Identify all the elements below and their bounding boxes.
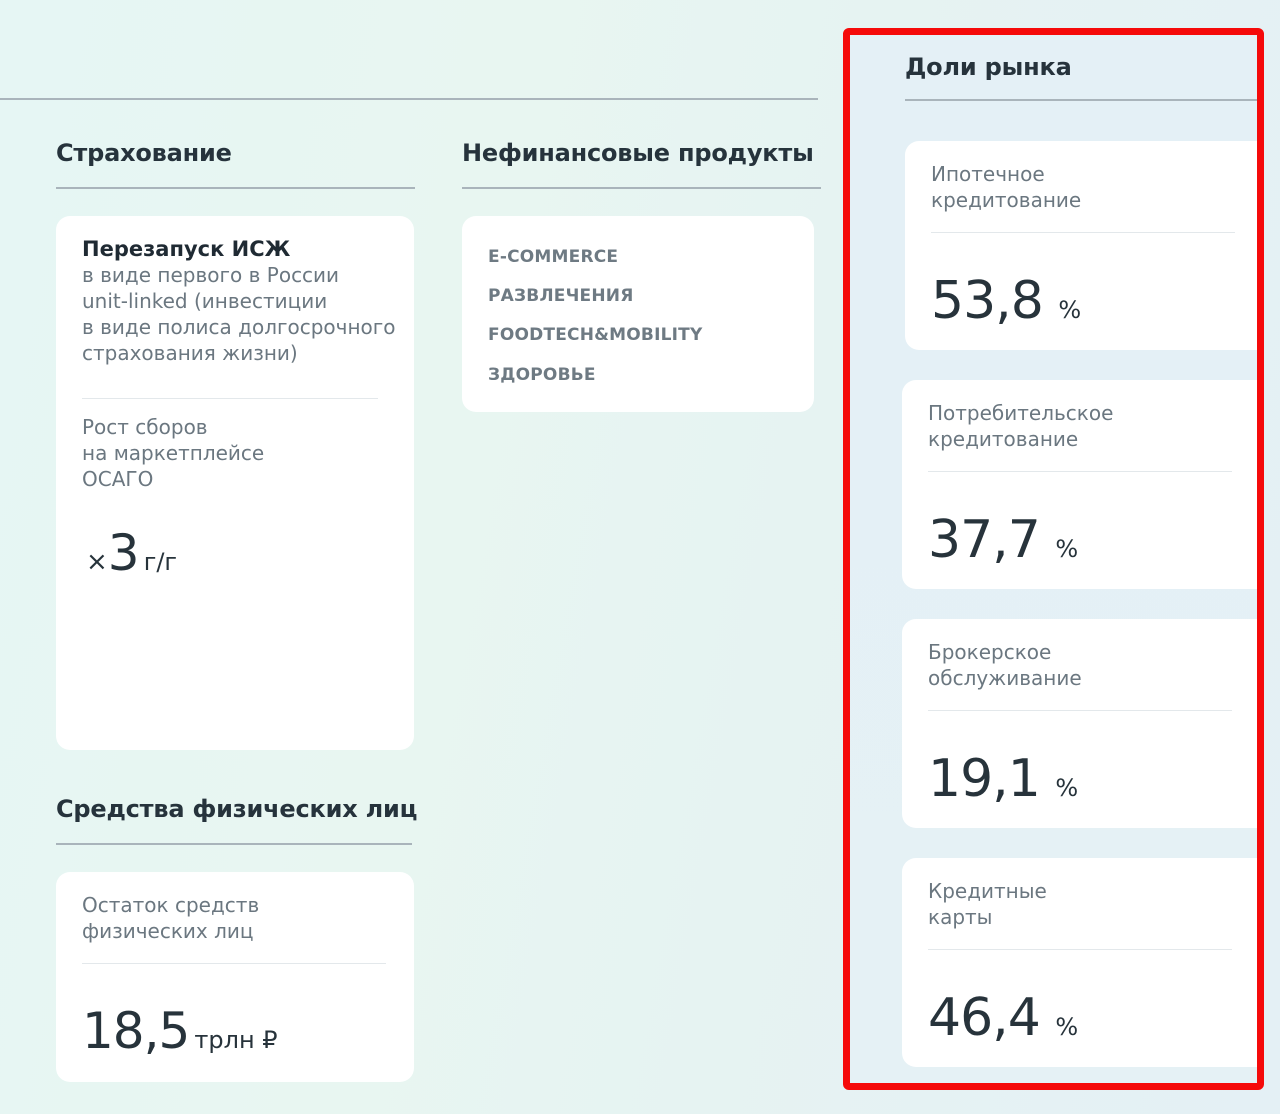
- market-share-card-divider: [931, 232, 1235, 233]
- nonfinancial-section-title: Нефинансовые продукты: [462, 139, 814, 167]
- insurance-section-title: Страхование: [56, 139, 232, 167]
- insurance-card-divider: [82, 398, 378, 399]
- market-share-card-brokerage: Брокерское обслуживание 19,1 %: [902, 619, 1257, 828]
- market-share-number: 19,1: [928, 749, 1041, 809]
- percent-unit: %: [1055, 535, 1078, 563]
- nonfinancial-item-health[interactable]: ЗДОРОВЬЕ: [488, 365, 596, 385]
- insurance-card: Перезапуск ИСЖ в виде первого в России u…: [56, 216, 414, 750]
- market-share-divider: [905, 99, 1257, 101]
- insurance-metric-value: ×3 г/г: [86, 528, 177, 578]
- market-share-label-line: Ипотечное: [931, 162, 1045, 186]
- individuals-number: 18,5: [82, 1002, 190, 1060]
- market-share-value: 19,1 %: [928, 753, 1078, 805]
- percent-unit: %: [1055, 774, 1078, 802]
- percent-unit: %: [1055, 1013, 1078, 1041]
- market-share-label-line: кредитование: [931, 188, 1082, 212]
- top-divider: [0, 98, 818, 100]
- market-share-number: 46,4: [928, 988, 1041, 1048]
- market-share-title: Доли рынка: [905, 53, 1072, 81]
- market-share-label-line: карты: [928, 905, 993, 929]
- market-share-label: Потребительское кредитование: [928, 400, 1113, 452]
- market-share-value: 37,7 %: [928, 514, 1078, 566]
- market-share-card-consumer: Потребительское кредитование 37,7 %: [902, 380, 1257, 589]
- percent-unit: %: [1058, 296, 1081, 324]
- insurance-desc-line: unit-linked (инвестиции: [82, 289, 328, 313]
- individuals-value: 18,5 трлн ₽: [82, 1006, 278, 1056]
- nonfinancial-section-divider: [462, 187, 821, 189]
- individuals-card-divider: [82, 963, 386, 964]
- nonfinancial-card: E-COMMERCE РАЗВЛЕЧЕНИЯ FOODTECH&MOBILITY…: [462, 216, 814, 412]
- insurance-metric-label-line: ОСАГО: [82, 467, 154, 491]
- market-share-label-line: Кредитные: [928, 879, 1047, 903]
- market-share-value: 53,8 %: [931, 275, 1081, 327]
- nonfinancial-item-ecommerce[interactable]: E-COMMERCE: [488, 247, 618, 267]
- individuals-section-divider: [56, 843, 412, 845]
- individuals-label: Остаток средств физических лиц: [82, 892, 259, 944]
- multiply-sign: ×: [86, 547, 108, 577]
- insurance-desc-line: в виде полиса долгосрочного: [82, 315, 396, 339]
- individuals-section-title: Средства физических лиц: [56, 795, 418, 823]
- market-share-label-line: обслуживание: [928, 666, 1082, 690]
- market-share-label-line: Потребительское: [928, 401, 1114, 425]
- market-share-card-credit-cards: Кредитные карты 46,4 %: [902, 858, 1257, 1067]
- individuals-unit: трлн ₽: [194, 1026, 278, 1054]
- nonfinancial-item-foodtech[interactable]: FOODTECH&MOBILITY: [488, 325, 702, 345]
- individuals-label-line: физических лиц: [82, 919, 254, 943]
- individuals-card: Остаток средств физических лиц 18,5 трлн…: [56, 872, 414, 1082]
- market-share-label: Кредитные карты: [928, 878, 1047, 930]
- nonfinancial-item-entertainment[interactable]: РАЗВЛЕЧЕНИЯ: [488, 286, 633, 306]
- market-share-value: 46,4 %: [928, 992, 1078, 1044]
- insurance-card-description: в виде первого в России unit-linked (инв…: [82, 262, 402, 366]
- insurance-metric-label-line: на маркетплейсе: [82, 441, 265, 465]
- market-share-label-line: кредитование: [928, 427, 1079, 451]
- insurance-metric-unit: г/г: [143, 548, 178, 576]
- insurance-metric-label: Рост сборов на маркетплейсе ОСАГО: [82, 414, 264, 492]
- market-share-number: 53,8: [931, 271, 1044, 331]
- market-share-card-mortgage: Ипотечное кредитование 53,8 %: [905, 141, 1257, 350]
- market-share-number: 37,7: [928, 510, 1041, 570]
- market-share-label: Брокерское обслуживание: [928, 639, 1082, 691]
- market-share-card-divider: [928, 949, 1232, 950]
- insurance-desc-line: в виде первого в России: [82, 263, 340, 287]
- insurance-metric-label-line: Рост сборов: [82, 415, 208, 439]
- market-share-card-divider: [928, 471, 1232, 472]
- insurance-desc-line: страхования жизни): [82, 341, 298, 365]
- market-share-label: Ипотечное кредитование: [931, 161, 1081, 213]
- insurance-metric-number: 3: [107, 524, 140, 582]
- insurance-card-title: Перезапуск ИСЖ: [82, 237, 291, 261]
- market-share-label-line: Брокерское: [928, 640, 1052, 664]
- market-share-card-divider: [928, 710, 1232, 711]
- individuals-label-line: Остаток средств: [82, 893, 260, 917]
- insurance-section-divider: [56, 187, 415, 189]
